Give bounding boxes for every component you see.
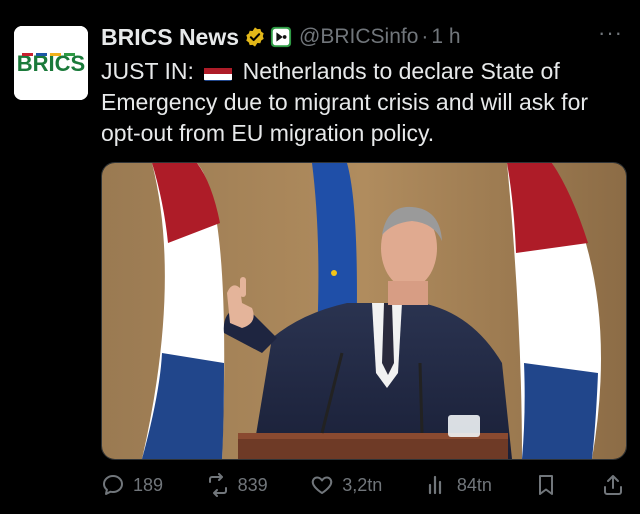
views-chart-icon [428,475,441,495]
author-name[interactable]: BRICS News [101,24,239,51]
reply-icon [103,475,123,495]
reply-count: 189 [133,474,164,495]
affiliate-logo-icon[interactable] [270,26,292,48]
like-count: 3,2tn [342,474,383,495]
bookmark-icon [539,475,554,495]
tweet-actions-bar: 189 839 3,2tn 84tn [101,470,625,500]
view-count: 84tn [456,474,492,495]
tweet-text: JUST IN: Netherlands to declare State of… [101,56,629,149]
separator-dot: · [421,25,429,48]
bookmark-button[interactable] [534,473,558,497]
tweet-header: BRICS News @BRICSinfo · 1 h [101,22,620,52]
more-options-icon[interactable]: ··· [598,22,622,44]
netherlands-flag-icon [204,63,233,81]
tweet-text-prefix: JUST IN: [101,58,194,84]
share-button[interactable] [601,473,625,497]
like-button[interactable]: 3,2tn [310,473,382,497]
verified-badge-icon[interactable] [244,26,266,48]
tweet-timestamp[interactable]: 1 h [431,25,460,49]
repost-icon [208,473,227,497]
tweet-media-photo[interactable] [101,162,627,460]
avatar[interactable]: BRICS [14,26,88,100]
heart-icon [311,476,333,494]
brics-logo-icon: BRICS [14,26,88,100]
author-handle[interactable]: @BRICSinfo [299,25,418,49]
views-button[interactable]: 84tn [425,473,492,497]
reply-button[interactable]: 189 [101,473,163,497]
repost-count: 839 [237,474,268,495]
share-icon [604,475,622,495]
repost-button[interactable]: 839 [206,473,268,497]
